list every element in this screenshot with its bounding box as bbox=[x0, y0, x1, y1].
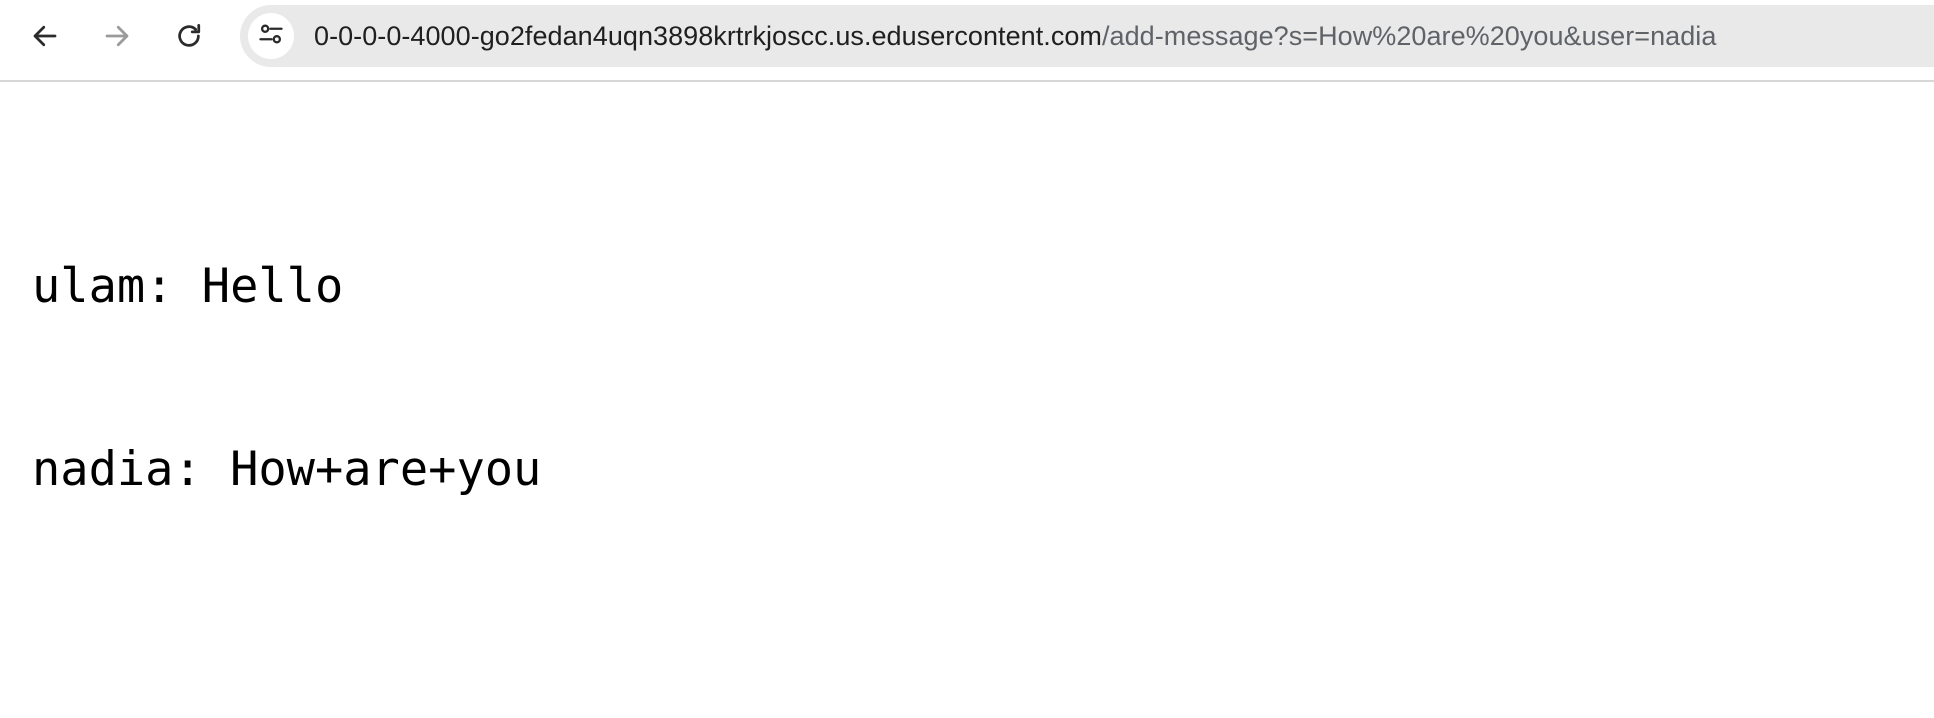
page-content: ulam: Hello nadia: How+are+you bbox=[32, 134, 541, 561]
arrow-left-icon bbox=[30, 21, 60, 51]
tune-sliders-icon bbox=[257, 20, 285, 53]
url-text[interactable]: 0-0-0-0-4000-go2fedan4uqn3898krtrkjoscc.… bbox=[314, 5, 1716, 67]
url-host: 0-0-0-0-4000-go2fedan4uqn3898krtrkjoscc.… bbox=[314, 21, 1102, 51]
message-line: ulam: Hello bbox=[32, 259, 344, 314]
message-line: nadia: How+are+you bbox=[32, 442, 542, 497]
address-bar[interactable]: 0-0-0-0-4000-go2fedan4uqn3898krtrkjoscc.… bbox=[240, 5, 1934, 67]
reload-icon bbox=[174, 21, 204, 51]
site-info-button[interactable] bbox=[248, 13, 294, 59]
url-path: /add-message?s=How%20are%20you&user=nadi… bbox=[1101, 21, 1717, 51]
browser-toolbar: 0-0-0-0-4000-go2fedan4uqn3898krtrkjoscc.… bbox=[0, 0, 1934, 82]
forward-button[interactable] bbox=[86, 13, 148, 59]
reload-button[interactable] bbox=[158, 13, 220, 59]
back-button[interactable] bbox=[14, 13, 76, 59]
arrow-right-icon bbox=[102, 21, 132, 51]
